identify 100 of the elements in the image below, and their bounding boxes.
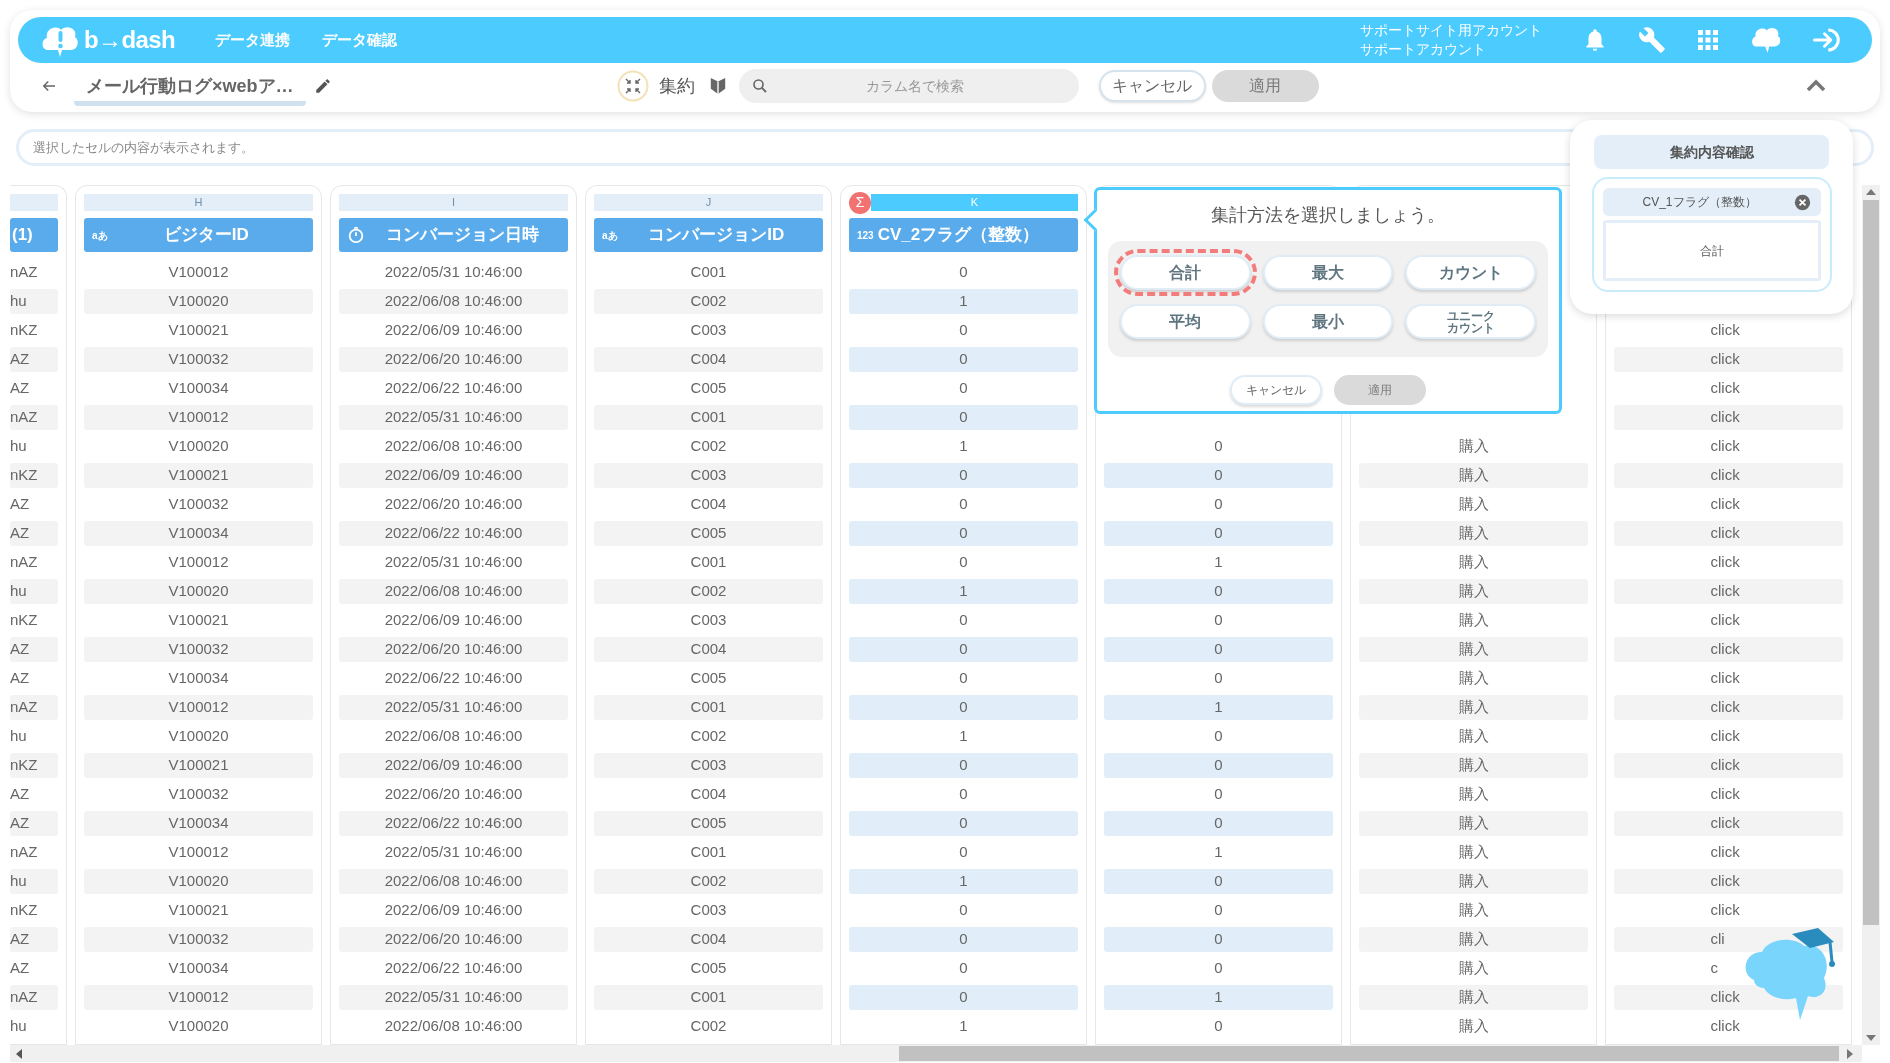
table-cell[interactable]: 2022/05/31 10:46:00 — [339, 405, 568, 430]
table-cell[interactable]: C005 — [594, 956, 823, 981]
table-cell[interactable]: V100012 — [84, 260, 313, 285]
table-cell[interactable]: AZ — [10, 347, 58, 372]
table-cell[interactable]: 0 — [849, 318, 1078, 343]
table-cell[interactable]: nAZ — [10, 550, 58, 575]
table-cell[interactable]: C005 — [594, 811, 823, 836]
table-cell[interactable]: 2022/06/09 10:46:00 — [339, 318, 568, 343]
table-cell[interactable]: hu — [10, 724, 58, 749]
table-cell[interactable]: 購入 — [1359, 869, 1588, 894]
table-cell[interactable]: 0 — [849, 753, 1078, 778]
table-cell[interactable]: 0 — [849, 347, 1078, 372]
table-cell[interactable]: 0 — [1104, 956, 1333, 981]
table-cell[interactable]: click — [1710, 522, 1740, 545]
table-cell[interactable]: click — [1710, 580, 1740, 603]
table-cell[interactable]: 2022/06/22 10:46:00 — [339, 376, 568, 401]
cancel-button[interactable]: キャンセル — [1098, 70, 1206, 102]
table-cell[interactable]: AZ — [10, 376, 58, 401]
table-cell[interactable]: 購入 — [1359, 434, 1588, 459]
table-cell[interactable]: 購入 — [1359, 840, 1588, 865]
table-cell[interactable]: hu — [10, 289, 58, 314]
table-cell[interactable]: V100034 — [84, 811, 313, 836]
aggregation-option[interactable]: ユニークカウント — [1405, 304, 1536, 339]
table-cell[interactable]: 2022/06/08 10:46:00 — [339, 289, 568, 314]
table-cell[interactable]: 購入 — [1359, 608, 1588, 633]
table-cell[interactable]: click — [1710, 667, 1740, 690]
table-cell[interactable]: 0 — [1104, 666, 1333, 691]
table-cell[interactable]: 0 — [849, 840, 1078, 865]
table-cell[interactable]: 購入 — [1359, 811, 1588, 836]
table-cell[interactable]: C003 — [594, 318, 823, 343]
aggregation-option[interactable]: カウント — [1405, 255, 1536, 290]
table-cell[interactable]: C004 — [594, 492, 823, 517]
table-cell[interactable]: 購入 — [1359, 492, 1588, 517]
table-cell[interactable]: nAZ — [10, 405, 58, 430]
table-cell[interactable]: 0 — [1104, 927, 1333, 952]
pencil-icon[interactable] — [313, 77, 332, 95]
table-cell[interactable]: 0 — [1104, 579, 1333, 604]
table-cell[interactable]: 2022/06/08 10:46:00 — [339, 434, 568, 459]
table-cell[interactable]: 購入 — [1359, 637, 1588, 662]
table-cell[interactable]: 0 — [1104, 811, 1333, 836]
table-cell[interactable]: V100012 — [84, 405, 313, 430]
table-cell[interactable]: 0 — [849, 898, 1078, 923]
table-cell[interactable]: click — [1710, 812, 1740, 835]
table-cell[interactable]: C004 — [594, 637, 823, 662]
table-cell[interactable]: 0 — [1104, 782, 1333, 807]
table-cell[interactable]: 0 — [849, 637, 1078, 662]
table-cell[interactable]: 購入 — [1359, 753, 1588, 778]
table-cell[interactable]: 購入 — [1359, 782, 1588, 807]
table-cell[interactable]: 0 — [849, 956, 1078, 981]
aggregation-option[interactable]: 平均 — [1120, 304, 1251, 339]
table-cell[interactable]: 0 — [849, 492, 1078, 517]
table-cell[interactable]: 0 — [849, 927, 1078, 952]
table-cell[interactable]: 2022/05/31 10:46:00 — [339, 840, 568, 865]
column-letter[interactable]: H — [84, 194, 313, 211]
table-cell[interactable]: 購入 — [1359, 985, 1588, 1010]
table-cell[interactable]: click — [1710, 870, 1740, 893]
table-cell[interactable]: 2022/06/09 10:46:00 — [339, 463, 568, 488]
table-cell[interactable]: C005 — [594, 376, 823, 401]
table-cell[interactable]: click — [1710, 319, 1740, 342]
table-cell[interactable]: 0 — [1104, 434, 1333, 459]
table-cell[interactable]: click — [1710, 638, 1740, 661]
search-field[interactable]: カラム名で検索 — [738, 69, 1079, 103]
table-cell[interactable]: V100020 — [84, 1014, 313, 1039]
table-cell[interactable]: C002 — [594, 579, 823, 604]
table-cell[interactable]: 0 — [1104, 463, 1333, 488]
table-cell[interactable]: hu — [10, 1014, 58, 1039]
table-cell[interactable]: C004 — [594, 782, 823, 807]
table-cell[interactable]: V100032 — [84, 347, 313, 372]
table-cell[interactable]: 1 — [1104, 695, 1333, 720]
table-cell[interactable]: V100012 — [84, 840, 313, 865]
table-cell[interactable]: 0 — [1104, 898, 1333, 923]
table-cell[interactable]: nKZ — [10, 898, 58, 923]
table-cell[interactable]: C001 — [594, 695, 823, 720]
table-cell[interactable]: click — [1710, 435, 1740, 458]
table-cell[interactable]: 0 — [1104, 869, 1333, 894]
table-cell[interactable]: 2022/06/22 10:46:00 — [339, 956, 568, 981]
table-cell[interactable]: V100012 — [84, 985, 313, 1010]
table-cell[interactable]: AZ — [10, 782, 58, 807]
table-cell[interactable]: click — [1710, 899, 1740, 922]
table-cell[interactable]: V100034 — [84, 666, 313, 691]
table-cell[interactable]: 0 — [849, 550, 1078, 575]
table-cell[interactable]: C001 — [594, 260, 823, 285]
table-cell[interactable]: C001 — [594, 985, 823, 1010]
table-cell[interactable]: V100020 — [84, 869, 313, 894]
table-cell[interactable]: C003 — [594, 898, 823, 923]
table-cell[interactable]: 2022/05/31 10:46:00 — [339, 985, 568, 1010]
table-cell[interactable]: c — [1710, 957, 1718, 980]
table-cell[interactable]: 購入 — [1359, 927, 1588, 952]
table-cell[interactable]: C002 — [594, 869, 823, 894]
remove-icon[interactable] — [1793, 193, 1811, 211]
table-cell[interactable]: AZ — [10, 956, 58, 981]
table-cell[interactable]: V100034 — [84, 376, 313, 401]
table-cell[interactable]: nAZ — [10, 695, 58, 720]
table-cell[interactable]: 1 — [849, 579, 1078, 604]
vertical-scrollbar[interactable] — [1862, 185, 1880, 1045]
table-cell[interactable]: 0 — [849, 405, 1078, 430]
table-cell[interactable]: nKZ — [10, 463, 58, 488]
table-cell[interactable]: 0 — [1104, 521, 1333, 546]
table-cell[interactable]: click — [1710, 1015, 1740, 1038]
table-cell[interactable]: 2022/06/22 10:46:00 — [339, 666, 568, 691]
